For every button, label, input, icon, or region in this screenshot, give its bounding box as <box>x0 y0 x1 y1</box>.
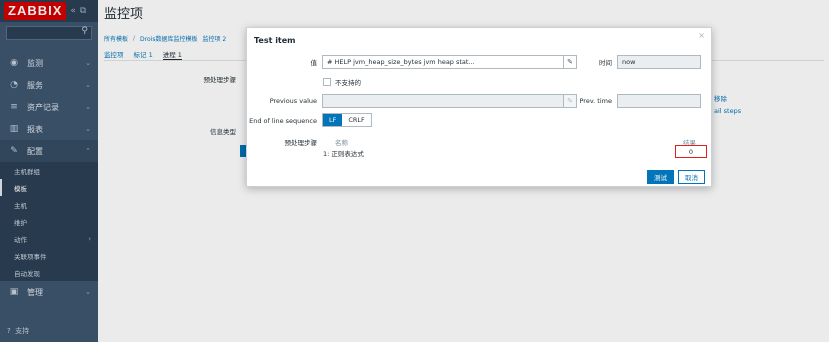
sidebar-subitem-discovery[interactable]: 自动发现 <box>0 264 98 281</box>
not-supported-label: 不支持的 <box>335 79 361 87</box>
sidebar-item-label: 管理 <box>27 287 43 297</box>
prev-time-field[interactable] <box>617 94 701 108</box>
step-name: 1: 正则表达式 <box>323 150 364 158</box>
sidebar-subitem-event-correlation[interactable]: 关联项事件 <box>0 247 98 264</box>
sidebar-item-label: 配置 <box>27 146 43 156</box>
sidebar-menu: ◉ 监测 ⌄ ◔ 服务 ⌄ ≡ 资产记录 ⌄ ▥ 报表 ⌄ ✎ 配置 ⌃ 主机群… <box>0 52 98 303</box>
sidebar-subitem-label: 维护 <box>14 218 27 227</box>
kiosk-icon[interactable]: ⧉ <box>80 6 86 16</box>
test-button[interactable]: 测试 <box>647 170 674 184</box>
list-icon: ≡ <box>10 102 18 112</box>
sidebar: ZABBIX « ⧉ ⚲ ◉ 监测 ⌄ ◔ 服务 ⌄ ≡ 资产记录 ⌄ ▥ 报表… <box>0 0 98 342</box>
step-result-value: 0 <box>688 147 694 156</box>
sidebar-subitem-label: 模板 <box>14 184 27 193</box>
chevron-down-icon: ⌄ <box>85 81 91 89</box>
chevron-right-icon: › <box>88 234 91 243</box>
chevron-down-icon: ⌄ <box>85 125 91 133</box>
page-title: 监控项 <box>104 7 144 22</box>
sidebar-item-label: 监测 <box>27 58 43 68</box>
sidebar-subitem-host-groups[interactable]: 主机群组 <box>0 162 98 179</box>
cancel-button[interactable]: 取消 <box>678 170 705 184</box>
sidebar-item-configuration[interactable]: ✎ 配置 ⌃ <box>0 140 98 162</box>
time-field[interactable]: now <box>617 55 701 69</box>
sidebar-subitem-label: 关联项事件 <box>14 252 47 261</box>
eye-icon: ◉ <box>10 58 18 68</box>
chevron-down-icon: ⌄ <box>85 103 91 111</box>
previous-value-field[interactable] <box>322 94 564 108</box>
sidebar-search-input[interactable]: ⚲ <box>6 26 92 40</box>
sidebar-item-services[interactable]: ◔ 服务 ⌄ <box>0 74 98 96</box>
breadcrumb-template[interactable]: Drois数据库监控模板 <box>140 34 197 43</box>
sidebar-item-monitoring[interactable]: ◉ 监测 ⌄ <box>0 52 98 74</box>
value-label: 值 <box>310 59 318 67</box>
clock-icon: ◔ <box>10 80 18 90</box>
previous-value-label: Previous value <box>269 97 317 105</box>
wrench-icon: ✎ <box>10 146 18 156</box>
breadcrumb-separator: / <box>133 34 136 42</box>
breadcrumb-all-templates[interactable]: 所有模板 <box>104 34 128 43</box>
close-icon[interactable]: × <box>698 31 705 40</box>
sidebar-subitem-templates[interactable]: 模板 <box>0 179 98 196</box>
sidebar-subitem-label: 自动发现 <box>14 269 40 278</box>
sidebar-header: ZABBIX « ⧉ <box>0 0 98 22</box>
sidebar-item-label: 资产记录 <box>27 102 59 112</box>
not-supported-checkbox[interactable] <box>323 78 331 86</box>
column-name-header: 名称 <box>335 139 348 147</box>
chevron-up-icon: ⌃ <box>85 147 91 155</box>
sidebar-support-link[interactable]: ? 支持 <box>7 326 29 336</box>
sidebar-subitem-actions[interactable]: 动作 › <box>0 230 98 247</box>
bg-test-all-steps-link[interactable]: ail steps <box>714 107 741 115</box>
sidebar-subitem-label: 主机 <box>14 201 27 210</box>
eol-option-lf[interactable]: LF <box>323 114 343 126</box>
eol-segmented-control: LF CRLF <box>322 113 372 127</box>
admin-icon: ▣ <box>9 287 19 297</box>
sidebar-submenu: 主机群组 模板 主机 维护 动作 › 关联项事件 自动发现 <box>0 162 98 281</box>
search-icon[interactable]: ⚲ <box>81 26 88 36</box>
chevron-down-icon: ⌄ <box>85 59 91 67</box>
collapse-icon[interactable]: « <box>70 6 76 16</box>
sidebar-subitem-hosts[interactable]: 主机 <box>0 196 98 213</box>
sidebar-item-reports[interactable]: ▥ 报表 ⌄ <box>0 118 98 140</box>
breadcrumb: 所有模板 / Drois数据库监控模板 监控项 2 <box>104 31 226 45</box>
tab-bar: 监控项 标记 1 进程 1 <box>104 49 182 60</box>
chart-icon: ▥ <box>9 124 19 134</box>
bg-info-type-label: 信息类型 <box>210 128 236 136</box>
test-item-dialog: Test item × 值 # HELP jvm_heap_size_bytes… <box>246 27 712 187</box>
tab-preprocessing[interactable]: 进程 1 <box>162 49 182 60</box>
sidebar-item-label: 报表 <box>27 124 43 134</box>
chevron-down-icon: ⌄ <box>85 288 91 296</box>
sidebar-item-label: 服务 <box>27 80 43 90</box>
support-label: 支持 <box>15 327 30 335</box>
prev-time-label: Prev. time <box>579 97 613 105</box>
step-result: 0 <box>675 145 707 158</box>
eol-label: End of line sequence <box>249 117 317 125</box>
breadcrumb-items[interactable]: 监控项 2 <box>202 34 226 43</box>
bg-steps-label: 预处理步骤 <box>203 76 237 84</box>
sidebar-subitem-label: 动作 <box>14 235 27 244</box>
zabbix-logo[interactable]: ZABBIX <box>4 2 67 20</box>
tab-tags[interactable]: 标记 1 <box>134 49 153 60</box>
sidebar-item-inventory[interactable]: ≡ 资产记录 ⌄ <box>0 96 98 118</box>
tab-item[interactable]: 监控项 <box>104 49 124 60</box>
time-label: 时间 <box>599 59 612 67</box>
bg-remove-link[interactable]: 移除 <box>714 93 727 103</box>
help-icon: ? <box>7 327 11 335</box>
value-field[interactable]: # HELP jvm_heap_size_bytes jvm heap stat… <box>322 55 564 69</box>
steps-label: 预处理步骤 <box>284 139 318 147</box>
sidebar-subitem-maintenance[interactable]: 维护 <box>0 213 98 230</box>
sidebar-subitem-label: 主机群组 <box>14 167 40 176</box>
eol-option-crlf[interactable]: CRLF <box>342 114 370 126</box>
sidebar-item-administration[interactable]: ▣ 管理 ⌄ <box>0 281 98 303</box>
dialog-title: Test item <box>254 36 296 45</box>
